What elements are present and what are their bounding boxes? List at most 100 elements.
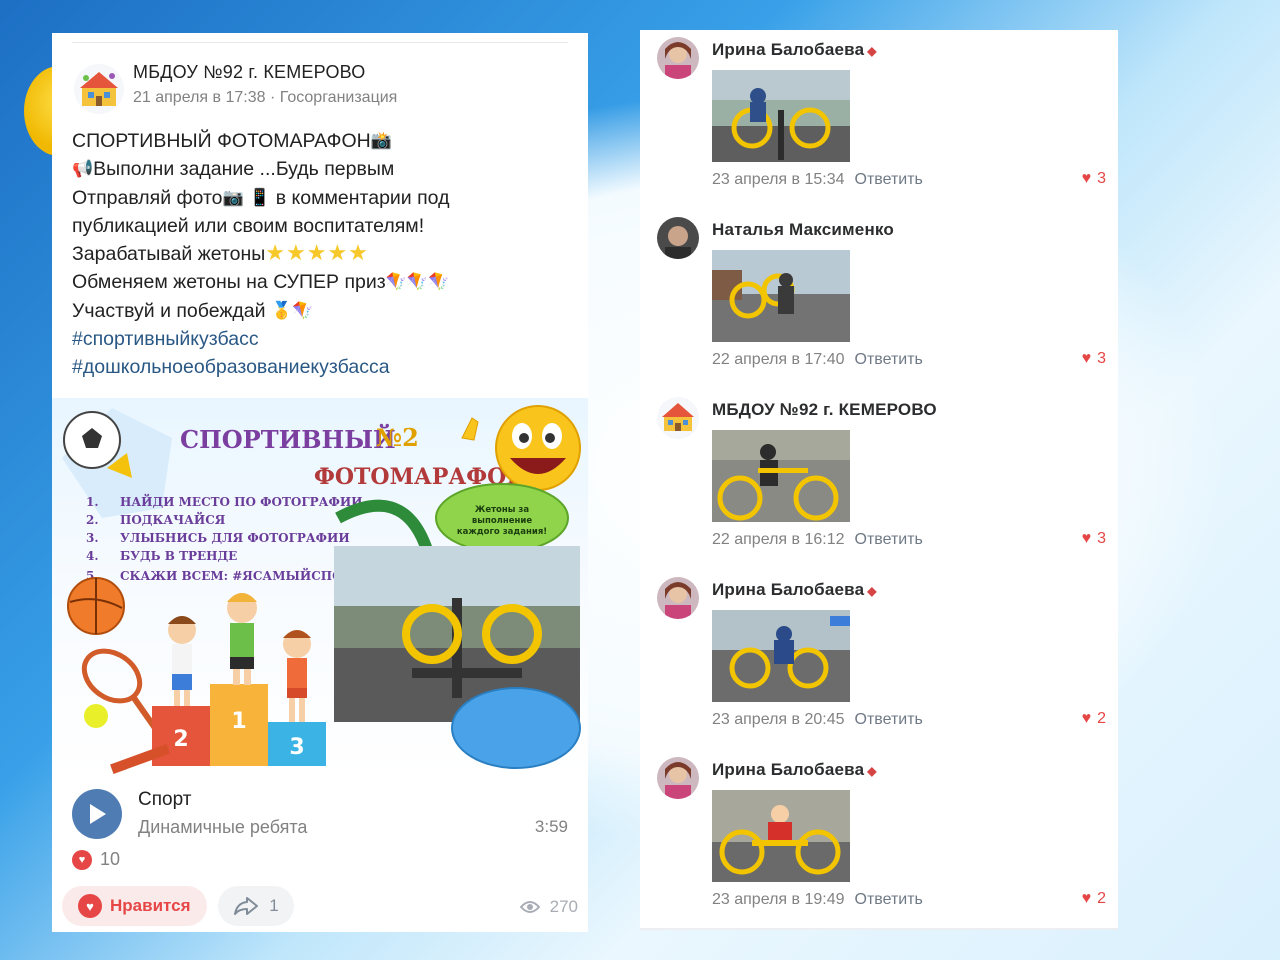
comment-author[interactable]: Ирина Балобаева ◆ bbox=[712, 760, 877, 780]
heart-icon: ♥ bbox=[1081, 530, 1092, 547]
reply-link[interactable]: Ответить bbox=[855, 531, 923, 548]
share-count: 1 bbox=[269, 896, 279, 915]
play-icon bbox=[90, 804, 106, 824]
divider bbox=[72, 42, 568, 43]
reactions-summary[interactable]: ♥ 10 bbox=[72, 849, 120, 870]
comment-likes[interactable]: ♥ 2 bbox=[1082, 710, 1106, 728]
post-meta: 21 апреля в 17:38 · Госорганизация bbox=[133, 89, 398, 106]
track-artist[interactable]: Динамичные ребята bbox=[138, 817, 307, 838]
poster-number: №2 bbox=[376, 423, 419, 452]
heart-icon: ♥ bbox=[78, 894, 102, 918]
comment-author[interactable]: Ирина Балобаева ◆ bbox=[712, 40, 877, 60]
heart-icon: ♥ bbox=[1081, 890, 1092, 907]
post-line: публикацией или своим воспитателям! bbox=[72, 214, 425, 237]
comment-likes[interactable]: ♥ 3 bbox=[1082, 530, 1106, 548]
comment-author[interactable]: МБДОУ №92 г. КЕМЕРОВО bbox=[712, 400, 937, 420]
svg-text:выполнение: выполнение bbox=[472, 516, 532, 526]
poster-task: БУДЬ В ТРЕНДЕ bbox=[120, 549, 237, 563]
comment-avatar[interactable] bbox=[657, 37, 699, 79]
phone-icon: 📱 bbox=[249, 187, 271, 207]
poster-task: ПОДКАЧАЙСЯ bbox=[120, 511, 226, 527]
badge-icon: ◆ bbox=[867, 764, 877, 778]
heart-icon: ♥ bbox=[1081, 350, 1092, 367]
like-label: Нравится bbox=[110, 896, 191, 915]
comment: Наталья Максименко 22 апреля в 17:40 Отве… bbox=[640, 210, 1118, 390]
star-icon: ★★★★★ bbox=[265, 240, 369, 266]
hashtag-link[interactable]: #дошкольноеобразованиекузбасса bbox=[72, 356, 390, 378]
heart-icon: ♥ bbox=[72, 849, 92, 870]
podium-label: 3 bbox=[289, 735, 304, 760]
comment-photo[interactable] bbox=[712, 430, 850, 522]
comment-likes[interactable]: ♥ 3 bbox=[1082, 350, 1106, 368]
comment: Ирина Балобаева ◆ 23 апреля в 15:34 Ответи… bbox=[640, 30, 1118, 210]
podium-label: 1 bbox=[231, 709, 246, 734]
post-line: Участвуй и побеждай bbox=[72, 299, 266, 322]
share-icon bbox=[234, 897, 259, 915]
post-image[interactable]: СПОРТИВНЫЙ №2 ФОТОМАРАФОН 1. НАЙДИ МЕСТО … bbox=[52, 398, 588, 777]
track-title[interactable]: Спорт bbox=[138, 789, 191, 811]
share-button[interactable]: 1 bbox=[218, 886, 294, 926]
comment-author[interactable]: Наталья Максименко bbox=[712, 220, 894, 240]
medal-icon: 🥇🪁 bbox=[270, 300, 314, 320]
comment: Ирина Балобаева ◆ 23 апреля в 19:49 Ответи… bbox=[640, 750, 1118, 930]
comment-avatar[interactable] bbox=[657, 397, 699, 439]
svg-text:2.: 2. bbox=[86, 513, 99, 527]
comment: Ирина Балобаева ◆ 23 апреля в 20:45 Ответи… bbox=[640, 570, 1118, 750]
post-avatar[interactable] bbox=[74, 64, 124, 114]
comment-likes[interactable]: ♥ 3 bbox=[1082, 170, 1106, 188]
camera-icon: 📸 bbox=[370, 131, 392, 150]
comment-date: 22 апреля в 16:12 Ответить bbox=[712, 531, 923, 548]
comment-avatar[interactable] bbox=[657, 757, 699, 799]
kite-icon: 🪁🪁🪁 bbox=[385, 272, 450, 292]
comment-author[interactable]: Ирина Балобаева ◆ bbox=[712, 580, 877, 600]
comment: МБДОУ №92 г. КЕМЕРОВО 22 апреля в 16:12 О… bbox=[640, 390, 1118, 570]
poster-task: УЛЫБНИСЬ ДЛЯ ФОТОГРАФИИ bbox=[120, 531, 350, 545]
post-line: СПОРТИВНЫЙ ФОТОМАРАФОН bbox=[72, 130, 371, 152]
svg-text:1.: 1. bbox=[86, 495, 99, 509]
reply-link[interactable]: Ответить bbox=[855, 711, 923, 728]
badge-icon: ◆ bbox=[867, 584, 877, 598]
heart-icon: ♥ bbox=[1081, 170, 1092, 187]
eye-icon bbox=[519, 901, 540, 913]
reply-link[interactable]: Ответить bbox=[855, 351, 923, 368]
camera-icon: 📷 bbox=[222, 187, 244, 207]
comment-photo[interactable] bbox=[712, 70, 850, 162]
megaphone-icon: 📢 bbox=[72, 159, 94, 179]
comment-avatar[interactable] bbox=[657, 217, 699, 259]
comment-photo[interactable] bbox=[712, 790, 850, 882]
views-counter: 270 bbox=[519, 897, 578, 917]
reply-link[interactable]: Ответить bbox=[855, 891, 923, 908]
comment-avatar[interactable] bbox=[657, 577, 699, 619]
comment-photo[interactable] bbox=[712, 250, 850, 342]
hashtag-link[interactable]: #спортивныйкузбасс bbox=[72, 328, 259, 350]
heart-icon: ♥ bbox=[1081, 710, 1092, 727]
post-line: Выполни задание ...Будь первым bbox=[93, 158, 395, 181]
svg-text:4.: 4. bbox=[86, 549, 99, 563]
comments-panel: Ирина Балобаева ◆ 23 апреля в 15:34 Ответи… bbox=[640, 30, 1118, 930]
reactions-count: 10 bbox=[100, 849, 121, 869]
poster-task: НАЙДИ МЕСТО ПО ФОТОГРАФИИ bbox=[120, 493, 363, 509]
comment-likes[interactable]: ♥ 2 bbox=[1082, 890, 1106, 908]
svg-text:Жетоны за: Жетоны за bbox=[475, 505, 529, 515]
post-line: в комментарии под bbox=[275, 186, 450, 209]
podium-label: 2 bbox=[173, 727, 188, 752]
post-line: Отправляй фото bbox=[72, 186, 223, 209]
reply-link[interactable]: Ответить bbox=[855, 171, 923, 188]
post-line: Обменяем жетоны на СУПЕР приз bbox=[72, 271, 386, 294]
comment-date: 22 апреля в 17:40 Ответить bbox=[712, 351, 923, 368]
post-text: СПОРТИВНЫЙ ФОТОМАРАФОН📸 📢Выполни задание… bbox=[72, 127, 572, 382]
views-count: 270 bbox=[549, 897, 578, 916]
comment-photo[interactable] bbox=[712, 610, 850, 702]
comment-date: 23 апреля в 15:34 Ответить bbox=[712, 171, 923, 188]
poster-title-1: СПОРТИВНЫЙ bbox=[180, 423, 396, 454]
track-duration: 3:59 bbox=[534, 817, 568, 836]
badge-icon: ◆ bbox=[867, 44, 877, 58]
divider bbox=[640, 928, 1118, 930]
svg-text:каждого задания!: каждого задания! bbox=[457, 527, 547, 537]
comment-date: 23 апреля в 19:49 Ответить bbox=[712, 891, 923, 908]
post-author[interactable]: МБДОУ №92 г. КЕМЕРОВО bbox=[133, 62, 365, 83]
svg-text:3.: 3. bbox=[86, 531, 99, 545]
wall-post: МБДОУ №92 г. КЕМЕРОВО 21 апреля в 17:38 … bbox=[52, 33, 588, 932]
like-button[interactable]: ♥ Нравится bbox=[62, 886, 207, 926]
play-button[interactable] bbox=[72, 789, 122, 839]
